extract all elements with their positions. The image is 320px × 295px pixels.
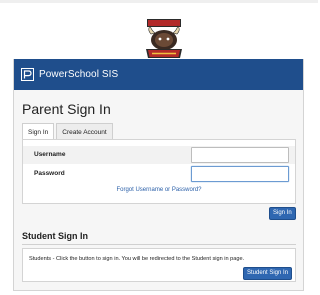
page-title: Parent Sign In	[22, 101, 111, 117]
password-row: Password	[23, 165, 295, 183]
top-divider	[0, 0, 318, 3]
powerschool-header: PowerSchool SIS	[14, 59, 303, 90]
app-title: PowerSchool SIS	[39, 69, 119, 80]
student-sign-in-button[interactable]: Student Sign In	[243, 267, 293, 280]
signin-card: PowerSchool SIS Parent Sign In Sign In C…	[13, 59, 304, 291]
student-instructions: Students - Click the button to sign in. …	[29, 256, 245, 262]
forgot-credentials-link[interactable]: Forgot Username or Password?	[23, 187, 295, 193]
sign-in-button[interactable]: Sign In	[269, 207, 296, 220]
username-field[interactable]	[191, 147, 289, 163]
password-label: Password	[34, 170, 65, 177]
school-logo	[143, 16, 185, 60]
parent-signin-form: Username Password Forgot Username or Pas…	[22, 139, 296, 204]
password-field[interactable]	[191, 166, 289, 182]
username-row: Username	[23, 146, 295, 164]
bison-logo-icon	[146, 19, 182, 58]
student-divider	[22, 244, 296, 245]
student-section-title: Student Sign In	[22, 231, 88, 241]
username-label: Username	[34, 151, 66, 158]
powerschool-logo-icon	[21, 68, 34, 81]
student-signin-panel: Students - Click the button to sign in. …	[22, 248, 296, 282]
